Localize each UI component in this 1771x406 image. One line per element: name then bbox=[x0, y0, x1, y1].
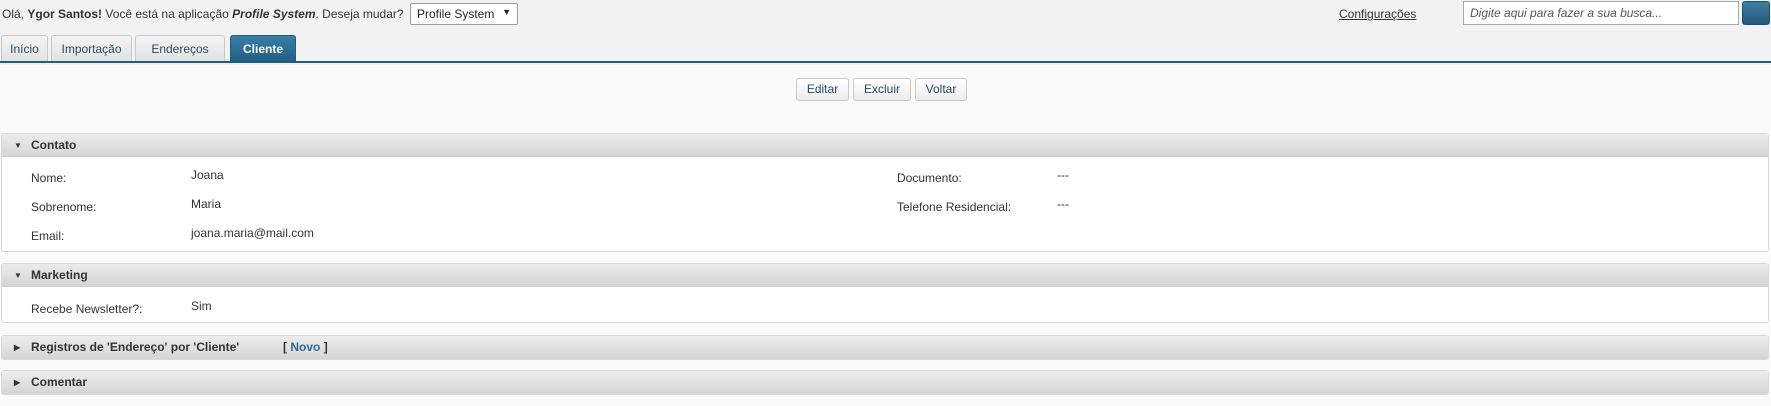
telefone-value: --- bbox=[1057, 197, 1069, 211]
tab-cliente[interactable]: Cliente bbox=[230, 35, 296, 62]
newsletter-label: Recebe Newsletter?: bbox=[31, 302, 143, 316]
bracket-open: [ bbox=[283, 340, 287, 354]
change-text: . Deseja mudar? bbox=[315, 7, 404, 21]
marketing-header[interactable]: ▼ Marketing bbox=[2, 264, 1768, 287]
bracket-close: ] bbox=[323, 340, 328, 354]
collapse-down-icon: ▼ bbox=[14, 271, 22, 280]
nome-value: Joana bbox=[191, 168, 224, 182]
app-name: Profile System bbox=[232, 7, 316, 21]
user-name: Ygor Santos! bbox=[27, 7, 103, 21]
app-select[interactable]: Profile System ▼ bbox=[410, 3, 518, 25]
tab-enderecos[interactable]: Endereços bbox=[135, 35, 225, 61]
novo-link-wrapper: [ Novo ] bbox=[283, 336, 328, 359]
contato-title: Contato bbox=[31, 138, 77, 152]
back-button[interactable]: Voltar bbox=[915, 78, 967, 101]
config-link[interactable]: Configurações bbox=[1339, 7, 1416, 21]
registros-section: ▶ Registros de 'Endereço' por 'Cliente' … bbox=[1, 335, 1769, 360]
tab-inicio[interactable]: Início bbox=[1, 35, 48, 61]
tab-importacao[interactable]: Importação bbox=[51, 35, 132, 61]
novo-link[interactable]: Novo bbox=[290, 340, 320, 354]
marketing-section: ▼ Marketing Recebe Newsletter?: Sim bbox=[1, 263, 1769, 323]
greeting-prefix: Olá, bbox=[2, 7, 25, 21]
contato-header[interactable]: ▼ Contato bbox=[2, 134, 1768, 157]
app-select-value: Profile System bbox=[417, 7, 495, 21]
dropdown-arrow-icon: ▼ bbox=[502, 7, 511, 17]
telefone-label: Telefone Residencial: bbox=[897, 200, 1012, 214]
newsletter-value: Sim bbox=[191, 299, 212, 313]
sobrenome-value: Maria bbox=[191, 197, 222, 211]
tab-bar: Início Importação Endereços Cliente bbox=[0, 35, 1771, 63]
edit-button[interactable]: Editar bbox=[796, 78, 849, 101]
registros-title: Registros de 'Endereço' por 'Cliente' bbox=[31, 340, 240, 354]
comentar-header[interactable]: ▶ Comentar bbox=[2, 371, 1768, 394]
greeting-text: Olá, Ygor Santos! Você está na aplicação… bbox=[2, 7, 404, 21]
main-content: Editar Excluir Voltar ▼ Contato Nome: Jo… bbox=[0, 65, 1771, 406]
app-text: Você está na aplicação bbox=[105, 7, 229, 21]
delete-button[interactable]: Excluir bbox=[853, 78, 911, 101]
collapse-down-icon: ▼ bbox=[14, 141, 22, 150]
email-label: Email: bbox=[31, 229, 65, 243]
search-button[interactable] bbox=[1742, 1, 1770, 25]
registros-header[interactable]: ▶ Registros de 'Endereço' por 'Cliente' … bbox=[2, 336, 1768, 359]
documento-label: Documento: bbox=[897, 171, 962, 185]
expand-right-icon: ▶ bbox=[14, 343, 21, 352]
comentar-section: ▶ Comentar bbox=[1, 370, 1769, 395]
expand-right-icon: ▶ bbox=[14, 378, 21, 387]
email-value: joana.maria@mail.com bbox=[191, 226, 314, 240]
top-bar: Olá, Ygor Santos! Você está na aplicação… bbox=[0, 0, 1771, 28]
search-input[interactable] bbox=[1463, 1, 1739, 25]
contato-section: ▼ Contato Nome: Joana Sobrenome: Maria E… bbox=[1, 133, 1769, 252]
nome-label: Nome: bbox=[31, 171, 67, 185]
sobrenome-label: Sobrenome: bbox=[31, 200, 97, 214]
comentar-title: Comentar bbox=[31, 375, 88, 389]
documento-value: --- bbox=[1057, 168, 1069, 182]
marketing-title: Marketing bbox=[31, 268, 88, 282]
